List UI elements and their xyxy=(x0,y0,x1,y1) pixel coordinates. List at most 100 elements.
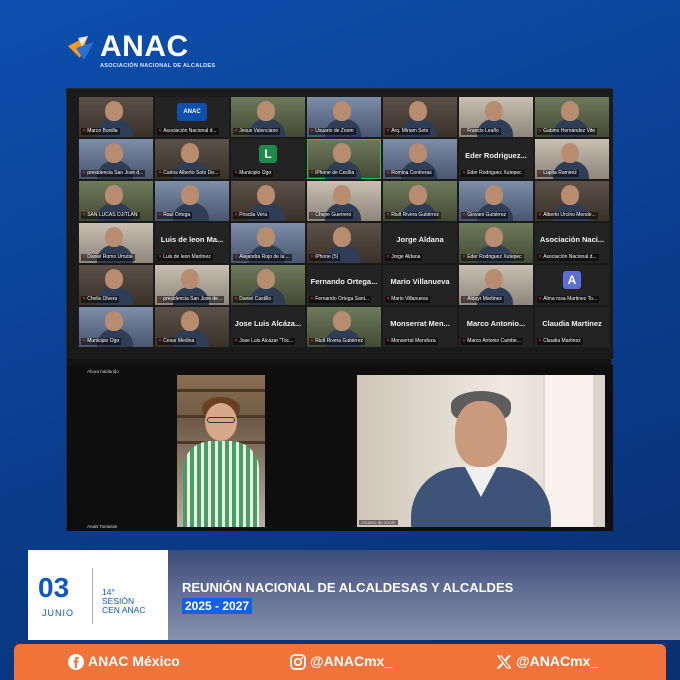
participant-tile[interactable]: Jose Luis Alcáza... ✕Jose Luis Alcázar "T… xyxy=(231,307,305,347)
instagram-icon xyxy=(290,654,306,671)
participant-tile[interactable]: Monserrat Men... ✕Monserrat Mendoza xyxy=(383,307,457,347)
anac-logo: ANAC ASOCIACIÓN NACIONAL DE ALCALDES xyxy=(66,30,226,74)
speaker-view: Ahora hablando Anais Tomasini Usuario de… xyxy=(67,365,613,531)
participant-tile[interactable]: ✕Eder Rodriguez Xutepec xyxy=(459,223,533,263)
participant-tile[interactable]: Marco Antonio... ✕Marco Antonio Cambe... xyxy=(459,307,533,347)
participant-tile[interactable]: L ✕Municipio Ogo xyxy=(231,139,305,179)
participant-tile[interactable]: ✕Chepe Guerrero xyxy=(307,181,381,221)
participant-tile[interactable]: ✕Arq. Miriam Soto xyxy=(383,97,457,137)
participant-tile[interactable]: ✕SAN LUCAS OJITLAN xyxy=(79,181,153,221)
participant-tile[interactable]: ✕Chelis Olvera xyxy=(79,265,153,305)
participant-name: Asociación Nacional d... xyxy=(543,254,597,260)
muted-mic-icon: ✕ xyxy=(538,128,543,134)
muted-mic-icon: ✕ xyxy=(158,212,163,218)
muted-mic-icon: ✕ xyxy=(462,338,467,344)
participant-name-label: ✕Carlos Alberto Soto De... xyxy=(157,170,221,177)
speaker-right-video[interactable]: Usuario de Zoom xyxy=(357,375,605,527)
participant-tile[interactable]: A ✕Alma rosa Martinez To... xyxy=(535,265,609,305)
participant-tile[interactable]: ✕Alejandra Rojo de la ... xyxy=(231,223,305,263)
participant-display-name: Asociación Naci... xyxy=(539,235,605,244)
participant-name-label: ✕Daniel Romo Urrutia xyxy=(81,254,135,261)
glasses-icon xyxy=(207,417,235,423)
participant-tile[interactable]: ✕Gabino Hernández Vite xyxy=(535,97,609,137)
participant-video-face xyxy=(409,185,427,205)
speaker-left-video[interactable] xyxy=(177,375,265,527)
x-link[interactable]: @ANACmx_ xyxy=(496,653,598,670)
participant-name: Mario Villanueva xyxy=(391,296,429,302)
facebook-handle: ANAC México xyxy=(88,653,180,669)
date-box: 03 JUNIO 14° SESIÓN CEN ANAC xyxy=(28,550,168,640)
participant-tile[interactable]: Luis de leon Ma... ✕Luis de leon Martinez xyxy=(155,223,229,263)
participant-name: Municipio Ogo xyxy=(239,170,272,176)
participant-name-label: ✕iPhone (5) xyxy=(309,254,341,261)
participant-tile[interactable]: ✕Francis Leaño xyxy=(459,97,533,137)
participant-name: Eder Rodriguez Xutepec xyxy=(467,170,522,176)
participant-name: Riult Rivera Gutiérrez xyxy=(315,338,363,344)
participant-name-label: ✕Luis de leon Martinez xyxy=(157,254,213,261)
participant-tile[interactable]: ✕iPhone (5) xyxy=(307,223,381,263)
participant-name-label: ✕Asociación Nacional d... xyxy=(537,254,599,261)
participant-tile[interactable]: Fernando Ortega... ✕Fernando Ortega Sant.… xyxy=(307,265,381,305)
participant-tile[interactable]: ✕Jesus Valenciano xyxy=(231,97,305,137)
muted-mic-icon: ✕ xyxy=(158,170,163,176)
participant-name: Riult Rivera Gutiérrez xyxy=(391,212,439,218)
participant-name-label: ✕Chepe Guerrero xyxy=(309,212,354,219)
participant-name-label: ✕Lupita Ramirez xyxy=(537,170,579,177)
participant-tile[interactable]: Claudia Martinez ✕Claudia Martinez xyxy=(535,307,609,347)
participant-tile[interactable]: ✕Marco Bonilla xyxy=(79,97,153,137)
participant-display-name: Jorge Aldana xyxy=(396,235,444,244)
participant-tile[interactable]: Asociación Naci... ✕Asociación Nacional d… xyxy=(535,223,609,263)
participant-video-face xyxy=(105,101,123,121)
participant-tile[interactable]: ✕iPhone de Cecilia xyxy=(307,139,381,179)
participant-tile[interactable]: ✕presidencia San Jose d... xyxy=(79,139,153,179)
participant-name-label: ✕Asociación Nacional d... xyxy=(157,128,219,135)
participant-video-face xyxy=(105,143,123,163)
participant-video-face xyxy=(333,143,351,163)
participant-name-label: ✕Francis Leaño xyxy=(461,128,501,135)
instagram-handle: @ANACmx_ xyxy=(310,653,393,669)
muted-mic-icon: ✕ xyxy=(310,128,315,134)
participant-display-name: Mario Villanueva xyxy=(390,277,450,286)
muted-mic-icon: ✕ xyxy=(310,296,315,302)
participant-tile[interactable]: ✕Carlos Alberto Soto De... xyxy=(155,139,229,179)
participant-tile[interactable]: ✕Riult Rivera Gutiérrez xyxy=(307,307,381,347)
participant-name: Jose Luis Alcázar "Toc... xyxy=(239,338,294,344)
instagram-link[interactable]: @ANACmx_ xyxy=(290,653,393,671)
speaking-hint: Ahora hablando xyxy=(87,369,119,374)
participant-name: Daniel Romo Urrutia xyxy=(87,254,133,260)
participant-tile[interactable]: Jorge Aldana ✕Jorge Aldana xyxy=(383,223,457,263)
participant-name-label: ✕SAN LUCAS OJITLAN xyxy=(81,212,140,219)
participant-name-label: ✕Marco Bonilla xyxy=(81,128,120,135)
participant-tile[interactable]: Mario Villanueva ✕Mario Villanueva xyxy=(383,265,457,305)
participant-name-label: ✕Riult Rivera Gutiérrez xyxy=(309,338,365,345)
participant-tile[interactable]: Eder Rodriguez... ✕Eder Rodriguez Xutepec xyxy=(459,139,533,179)
participant-video-face xyxy=(105,185,123,205)
participant-name: Eder Rodriguez Xutepec xyxy=(467,254,522,260)
participant-tile[interactable]: ✕Municipio Ogo xyxy=(79,307,153,347)
participant-tile[interactable]: ✕Alberto Urcino Mende... xyxy=(535,181,609,221)
participant-tile[interactable]: ✕Daniel Romo Urrutia xyxy=(79,223,153,263)
muted-mic-icon: ✕ xyxy=(234,170,239,176)
muted-mic-icon: ✕ xyxy=(234,254,239,260)
participant-tile[interactable]: ✕Priscila Vera xyxy=(231,181,305,221)
participant-name-label: ✕Giovani Gutiérrez xyxy=(461,212,509,219)
muted-mic-icon: ✕ xyxy=(462,254,467,260)
participant-tile[interactable]: ✕Romina Contreras xyxy=(383,139,457,179)
participant-tile[interactable]: ✕Lupita Ramirez xyxy=(535,139,609,179)
participant-name: iPhone de Cecilia xyxy=(315,170,355,176)
participant-tile[interactable]: ✕Cesar Medina xyxy=(155,307,229,347)
participant-tile[interactable]: ✕Riult Rivera Gutiérrez xyxy=(383,181,457,221)
participant-tile[interactable]: ✕Daniel Castillo xyxy=(231,265,305,305)
participant-tile[interactable]: ✕Giovani Gutiérrez xyxy=(459,181,533,221)
participant-name: Fernando Ortega Sant... xyxy=(315,296,370,302)
participant-display-name: Eder Rodriguez... xyxy=(465,151,527,160)
participant-tile[interactable]: ANAC ✕Asociación Nacional d... xyxy=(155,97,229,137)
participant-tile[interactable]: ✕Usuario de Zoom xyxy=(307,97,381,137)
participant-name-label: ✕Daniel Castillo xyxy=(233,296,274,303)
participant-tile[interactable]: ✕presidencia San Jose de... xyxy=(155,265,229,305)
participant-tile[interactable]: ✕Raul Ortega xyxy=(155,181,229,221)
facebook-link[interactable]: ANAC México xyxy=(68,653,180,671)
brand-subtitle: ASOCIACIÓN NACIONAL DE ALCALDES xyxy=(100,63,216,69)
event-info-bar: 03 JUNIO 14° SESIÓN CEN ANAC REUNIÓN NAC… xyxy=(0,548,680,642)
participant-tile[interactable]: ✕Aldayr Martinez xyxy=(459,265,533,305)
